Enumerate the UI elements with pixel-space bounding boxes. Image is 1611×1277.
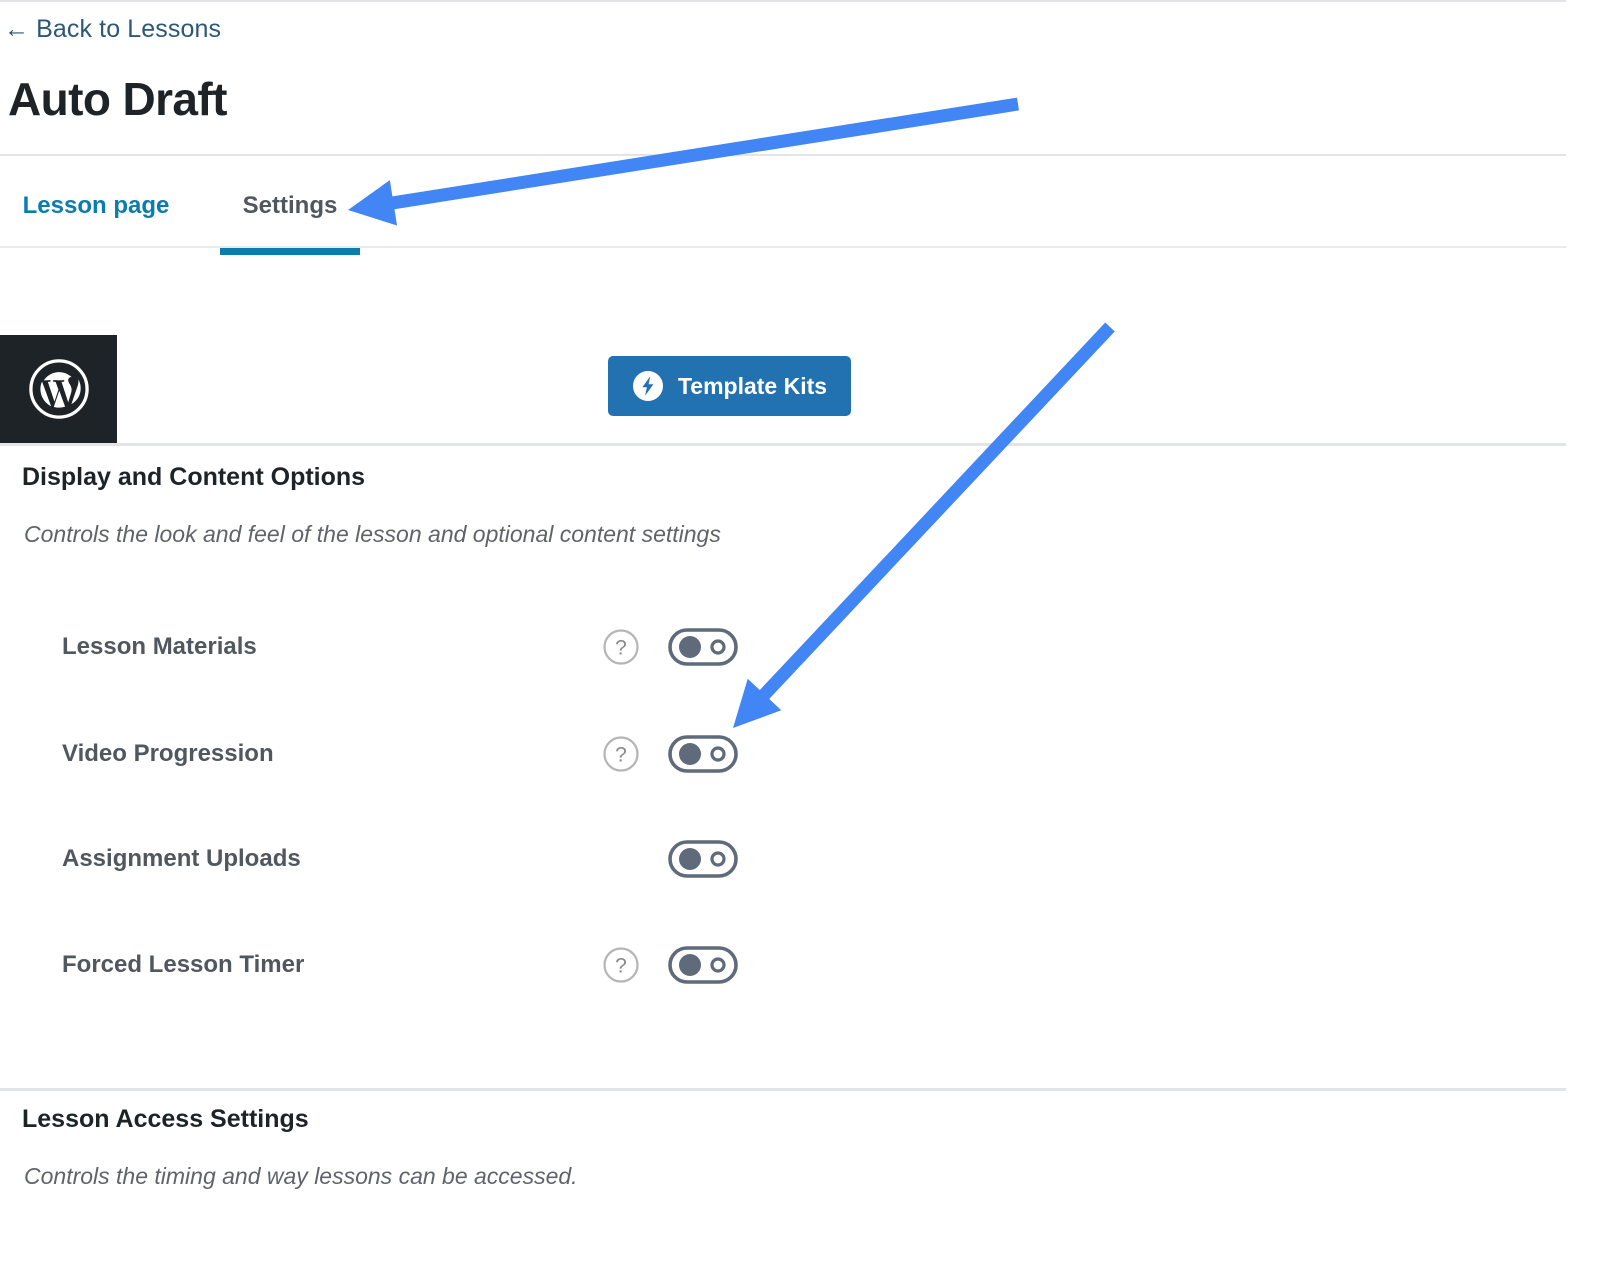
section-divider bbox=[0, 1088, 1566, 1091]
help-icon[interactable]: ? bbox=[602, 628, 640, 666]
setting-row-forced-lesson-timer: Forced Lesson Timer ? bbox=[0, 941, 1000, 989]
setting-label-video-progression: Video Progression bbox=[62, 740, 274, 768]
top-divider bbox=[0, 0, 1566, 2]
display-content-options-description: Controls the look and feel of the lesson… bbox=[24, 521, 721, 548]
setting-label-lesson-materials: Lesson Materials bbox=[62, 633, 257, 661]
setting-row-video-progression: Video Progression ? bbox=[0, 730, 1000, 778]
template-kits-button[interactable]: Template Kits bbox=[608, 356, 851, 416]
tab-lesson-page-label: Lesson page bbox=[23, 192, 170, 220]
tab-lesson-page[interactable]: Lesson page bbox=[0, 156, 192, 256]
page-title: Auto Draft bbox=[8, 72, 227, 126]
toolbar-divider bbox=[0, 443, 1566, 446]
lesson-access-settings-description: Controls the timing and way lessons can … bbox=[24, 1163, 578, 1190]
setting-row-lesson-materials: Lesson Materials ? bbox=[0, 623, 1000, 671]
toggle-forced-lesson-timer[interactable] bbox=[668, 946, 738, 984]
svg-text:?: ? bbox=[615, 955, 627, 978]
toggle-video-progression[interactable] bbox=[668, 735, 738, 773]
wordpress-logo-block bbox=[0, 335, 117, 443]
left-arrow-icon: ← bbox=[4, 15, 29, 43]
template-kits-label: Template Kits bbox=[678, 373, 827, 400]
lesson-settings-page: ← Back to Lessons Auto Draft Lesson page… bbox=[0, 0, 1611, 1277]
tab-settings[interactable]: Settings bbox=[220, 156, 360, 256]
setting-label-assignment-uploads: Assignment Uploads bbox=[62, 845, 301, 873]
help-icon[interactable]: ? bbox=[602, 735, 640, 773]
tab-settings-label: Settings bbox=[243, 192, 338, 220]
svg-text:?: ? bbox=[615, 744, 627, 767]
back-to-lessons-link[interactable]: ← Back to Lessons bbox=[4, 15, 221, 44]
wordpress-logo-icon bbox=[28, 358, 90, 420]
lesson-access-settings-heading: Lesson Access Settings bbox=[22, 1105, 309, 1134]
toggle-lesson-materials[interactable] bbox=[668, 628, 738, 666]
display-content-options-heading: Display and Content Options bbox=[22, 463, 365, 492]
active-tab-indicator bbox=[220, 248, 360, 255]
lightning-bolt-icon bbox=[632, 370, 664, 402]
tab-bar: Lesson page Settings bbox=[0, 156, 1566, 256]
setting-label-forced-lesson-timer: Forced Lesson Timer bbox=[62, 951, 304, 979]
help-icon[interactable]: ? bbox=[602, 946, 640, 984]
toggle-assignment-uploads[interactable] bbox=[668, 840, 738, 878]
setting-row-assignment-uploads: Assignment Uploads bbox=[0, 835, 1000, 883]
back-to-lessons-label: Back to Lessons bbox=[36, 15, 221, 43]
svg-text:?: ? bbox=[615, 637, 627, 660]
